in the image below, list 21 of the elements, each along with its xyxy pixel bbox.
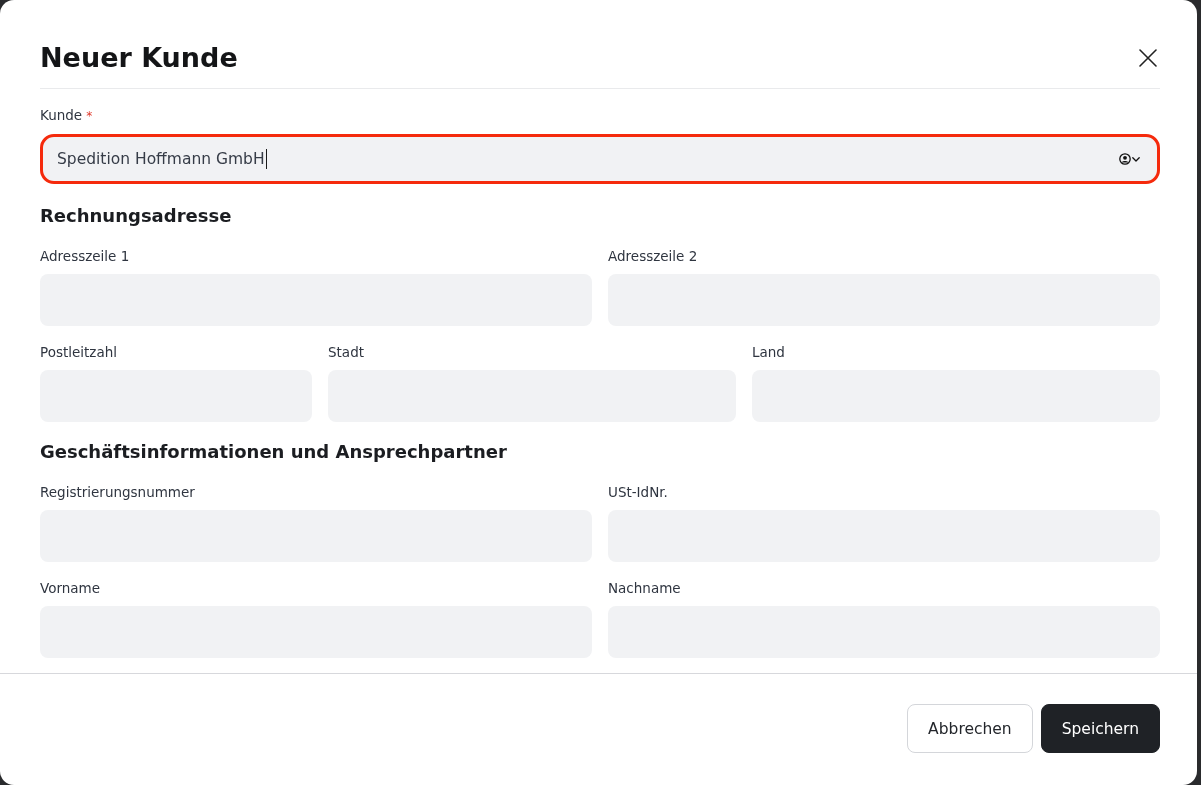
field-label: Postleitzahl	[40, 343, 118, 361]
field-label: Adresszeile 2	[608, 247, 699, 265]
dialog-title: Neuer Kunde	[40, 41, 238, 75]
customer-select-field[interactable]: Spedition Hoffmann GmbH	[40, 134, 1160, 184]
close-icon	[1139, 49, 1157, 67]
field-label: Nachname	[608, 579, 682, 597]
section-heading: Geschäftsinformationen und Ansprechpartner	[40, 440, 508, 464]
save-button[interactable]: Speichern	[1040, 704, 1160, 753]
field-label: Vorname	[40, 579, 102, 597]
chevron-down-icon	[1132, 156, 1140, 162]
field-label: Kunde	[40, 106, 83, 124]
field-label: Land	[752, 343, 786, 361]
user-circle-icon	[1119, 153, 1131, 165]
section-heading: Rechnungsadresse	[40, 204, 233, 228]
cancel-button[interactable]: Abbrechen	[907, 704, 1033, 753]
field-label: Registrierungsnummer	[40, 483, 196, 501]
close-button[interactable]	[1139, 49, 1157, 67]
field-label: USt-IdNr.	[608, 483, 669, 501]
field-label: Adresszeile 1	[40, 247, 131, 265]
field-label: Stadt	[328, 343, 365, 361]
required-mark: *	[86, 108, 93, 125]
